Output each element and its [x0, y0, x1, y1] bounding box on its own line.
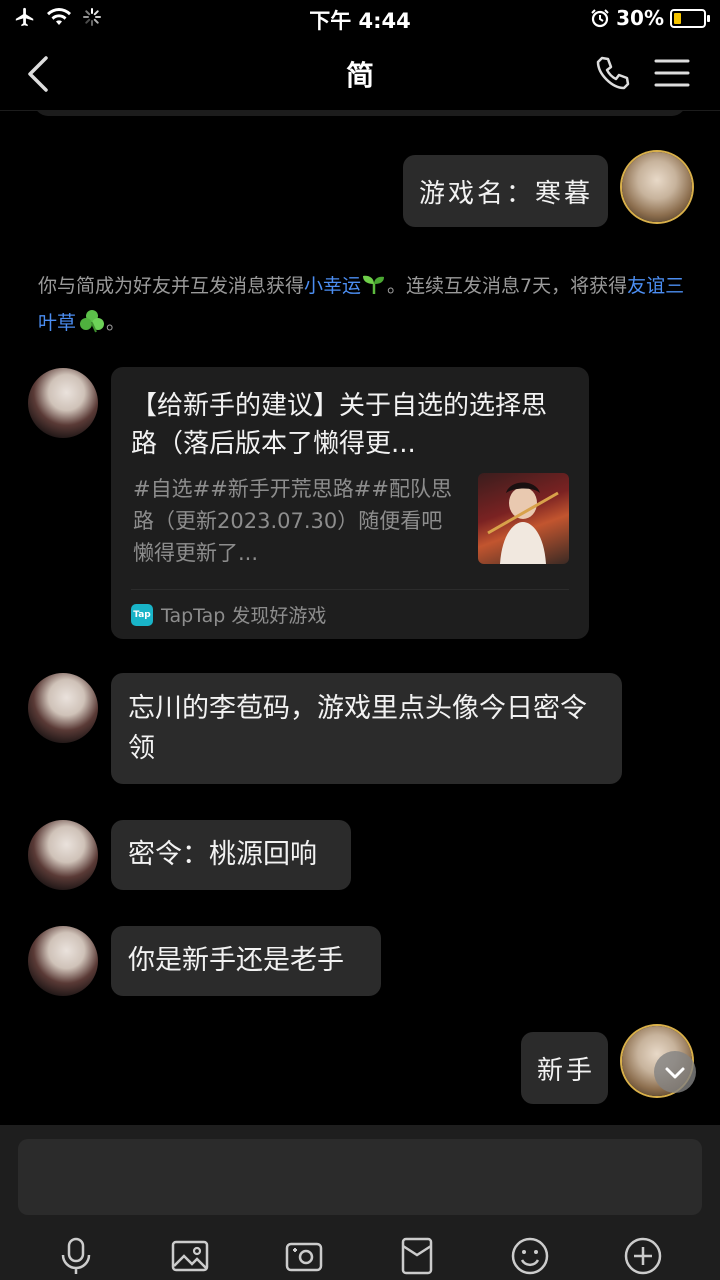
- battery-percent: 30%: [616, 6, 664, 30]
- sprout-icon: [363, 275, 385, 294]
- message-text: 游戏名：寒暮: [419, 179, 594, 209]
- lucky-link[interactable]: 小幸运: [304, 275, 361, 297]
- microphone-icon[interactable]: [56, 1236, 96, 1276]
- card-source-label: TapTap 发现好游戏: [161, 605, 327, 627]
- card-divider: [131, 589, 569, 590]
- clover-icon: [80, 310, 105, 333]
- message-text: 你是新手还是老手: [128, 945, 344, 976]
- notice-text: 。: [106, 312, 126, 334]
- contact-avatar[interactable]: [28, 926, 98, 996]
- contact-avatar[interactable]: [28, 820, 98, 890]
- contact-avatar[interactable]: [28, 368, 98, 438]
- my-avatar[interactable]: [622, 152, 692, 222]
- message-text: 新手: [537, 1056, 596, 1086]
- contact-message-bubble[interactable]: 密令：桃源回响: [111, 820, 351, 890]
- camera-icon[interactable]: [284, 1236, 324, 1276]
- status-bar: 下午 4:44 30%: [0, 0, 720, 36]
- emoji-icon[interactable]: [510, 1236, 550, 1276]
- notice-text: 你与简成为好友并互发消息获得: [38, 275, 305, 297]
- message-text: 密令：桃源回响: [128, 839, 317, 870]
- card-thumbnail: [478, 473, 569, 564]
- taptap-logo-icon: Tap: [131, 603, 153, 626]
- message-list[interactable]: 游戏名：寒暮 你与简成为好友并互发消息获得小幸运 。连续互发消息7天，将获得友谊三…: [0, 110, 720, 1125]
- battery-icon: [670, 8, 710, 28]
- phone-icon[interactable]: [594, 54, 632, 92]
- previous-message-bubble[interactable]: [34, 110, 686, 116]
- scroll-to-bottom-button[interactable]: [654, 1051, 696, 1093]
- notice-text: 。连续互发消息7天，将获得: [387, 275, 628, 297]
- chevron-down-icon: [665, 1067, 685, 1079]
- card-source: Tap TapTap 发现好游戏: [131, 601, 326, 628]
- message-input[interactable]: [18, 1139, 702, 1215]
- card-description: #自选##新手开荒思路##配队思路（更新2023.07.30）随便看吧懒得更新了…: [133, 477, 452, 565]
- plus-icon[interactable]: [623, 1236, 663, 1276]
- contact-message-bubble[interactable]: 你是新手还是老手: [111, 926, 381, 996]
- message-text: 忘川的李苞码，游戏里点头像今日密令领: [128, 693, 587, 764]
- my-message-bubble[interactable]: 新手: [521, 1032, 608, 1104]
- contact-avatar[interactable]: [28, 673, 98, 743]
- menu-icon[interactable]: [654, 58, 690, 88]
- chat-header: 简: [0, 36, 720, 111]
- my-message-bubble[interactable]: 游戏名：寒暮: [403, 155, 608, 227]
- alarm-icon: [591, 9, 609, 28]
- friendship-notice: 你与简成为好友并互发消息获得小幸运 。连续互发消息7天，将获得友谊三叶草。: [38, 268, 688, 342]
- image-icon[interactable]: [170, 1236, 210, 1276]
- card-title: 【给新手的建议】关于自选的选择思路（落后版本了懒得更...: [131, 391, 548, 459]
- input-bar: [0, 1125, 720, 1280]
- share-card[interactable]: 【给新手的建议】关于自选的选择思路（落后版本了懒得更... #自选##新手开荒思…: [111, 367, 589, 639]
- contact-message-bubble[interactable]: 忘川的李苞码，游戏里点头像今日密令领: [111, 673, 622, 784]
- red-packet-icon[interactable]: [397, 1236, 437, 1276]
